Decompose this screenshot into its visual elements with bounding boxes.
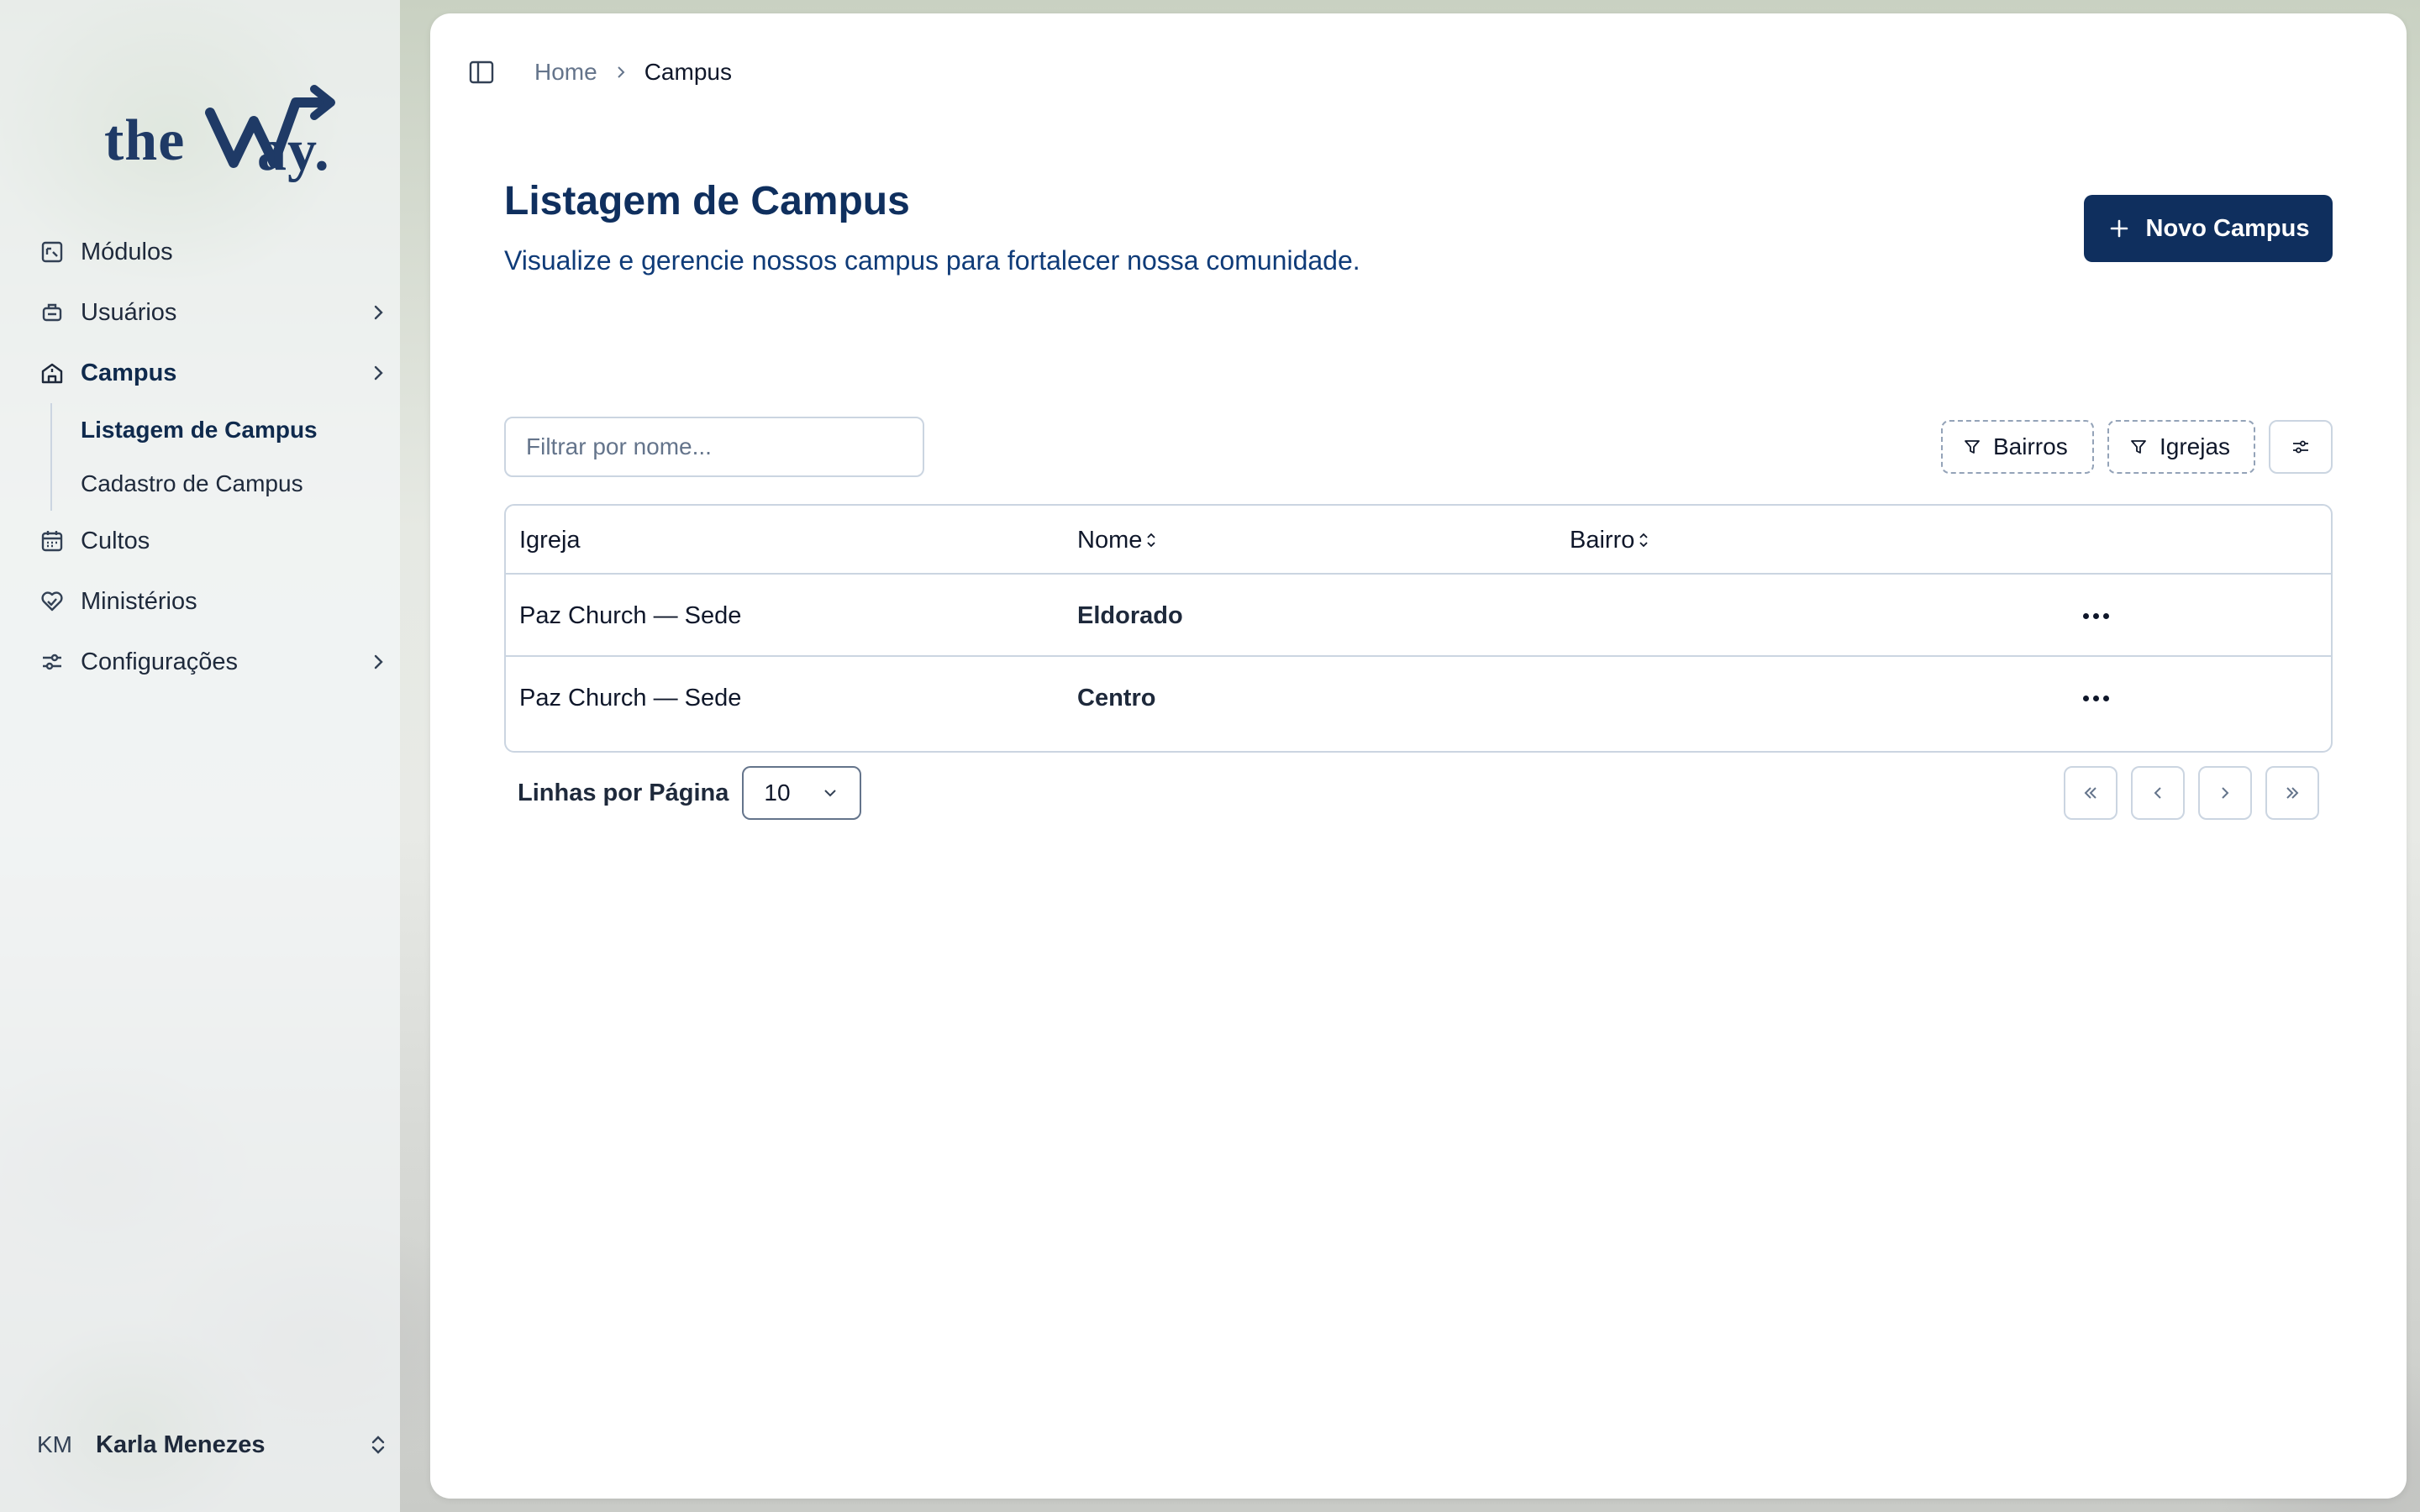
cell-nome: Centro	[1077, 684, 1156, 711]
cell-igreja: Paz Church — Sede	[519, 684, 742, 711]
sidebar-item-label: Cultos	[81, 527, 150, 554]
chevrons-up-down-icon	[371, 1436, 385, 1454]
campus-table: Igreja Nome Bairro Paz Church — Sede Eld…	[504, 504, 2333, 753]
first-page-button[interactable]	[2064, 766, 2118, 820]
row-actions-button[interactable]	[2072, 685, 2119, 711]
chevrons-right-icon	[2286, 787, 2299, 799]
chevron-left-icon	[2154, 787, 2161, 799]
modules-icon	[41, 241, 63, 263]
rows-per-page-label: Linhas por Página	[518, 779, 729, 806]
breadcrumb-home[interactable]: Home	[534, 59, 597, 86]
column-header-nome[interactable]: Nome	[1077, 506, 1157, 575]
calendar-icon	[41, 531, 63, 552]
user-name: Karla Menezes	[96, 1431, 266, 1458]
ministries-icon	[41, 591, 63, 612]
page-title: Listagem de Campus	[504, 179, 910, 223]
row-actions-button[interactable]	[2072, 602, 2119, 629]
rows-per-page-select[interactable]: 10	[742, 766, 862, 820]
sidebar-nav: Módulos Usuários Campus Listagem de Camp…	[37, 222, 390, 692]
users-icon	[42, 303, 62, 322]
sliders-icon	[2293, 440, 2308, 454]
column-header-label: Bairro	[1570, 526, 1635, 554]
cell-nome: Eldorado	[1077, 601, 1183, 629]
more-dots-icon	[2082, 612, 2089, 619]
sidebar-item-configuracoes[interactable]: Configurações	[37, 632, 390, 692]
column-header-igreja: Igreja	[519, 526, 581, 554]
plus-icon	[2110, 219, 2128, 238]
rows-per-page: Linhas por Página 10	[518, 766, 862, 820]
chevron-right-icon	[374, 365, 383, 381]
sidebar-item-label: Configurações	[81, 648, 238, 675]
new-campus-label: Novo Campus	[2145, 214, 2310, 242]
table-row[interactable]: Paz Church — Sede Eldorado	[506, 575, 2331, 657]
sidebar-item-modulos[interactable]: Módulos	[37, 222, 390, 282]
next-page-button[interactable]	[2198, 766, 2252, 820]
view-options-button[interactable]	[2269, 420, 2333, 474]
user-menu[interactable]: KM Karla Menezes	[37, 1420, 390, 1470]
main-panel: Home Campus Listagem de Campus Visualize…	[430, 13, 2407, 1499]
table-row[interactable]: Paz Church — Sede Centro	[506, 657, 2331, 739]
sidebar-item-label: Módulos	[81, 238, 173, 265]
sidebar-item-label: Campus	[81, 359, 177, 386]
logo-text-ay: ay.	[257, 118, 330, 183]
chevron-down-icon	[824, 790, 837, 797]
search-input[interactable]	[504, 417, 924, 477]
sidebar-item-cultos[interactable]: Cultos	[37, 511, 390, 571]
sort-icon	[1147, 533, 1155, 548]
sidebar-item-label: Usuários	[81, 298, 177, 326]
sidebar-item-campus[interactable]: Campus	[37, 343, 390, 403]
sort-icon	[1639, 533, 1648, 548]
sidebar-toggle-icon	[469, 60, 494, 84]
subnav-item-cadastro[interactable]: Cadastro de Campus	[81, 457, 390, 511]
page-subtitle: Visualize e gerencie nossos campus para …	[504, 245, 1360, 276]
more-dots-icon	[2082, 695, 2089, 701]
chevron-right-icon	[374, 654, 383, 669]
sidebar-item-usuarios[interactable]: Usuários	[37, 282, 390, 343]
new-campus-button[interactable]: Novo Campus	[2084, 195, 2333, 262]
filter-bairros-label: Bairros	[1993, 433, 2068, 459]
logo-text-the: the	[104, 108, 186, 173]
brand-logo[interactable]: the ay.	[101, 74, 336, 183]
column-header-bairro[interactable]: Bairro	[1570, 506, 1649, 575]
breadcrumb-current: Campus	[644, 59, 732, 85]
avatar: KM	[37, 1431, 72, 1457]
sidebar-toggle-button[interactable]	[469, 60, 494, 85]
filter-igrejas-label: Igrejas	[2160, 433, 2231, 459]
column-header-label: Nome	[1077, 526, 1143, 554]
filter-icon	[1965, 440, 1980, 454]
breadcrumb: Home Campus	[534, 59, 732, 86]
chevrons-left-icon	[2084, 787, 2096, 799]
settings-icon	[43, 654, 61, 670]
sidebar-item-ministerios[interactable]: Ministérios	[37, 571, 390, 632]
chevron-right-icon	[2222, 787, 2229, 799]
campus-subnav: Listagem de Campus Cadastro de Campus	[50, 403, 390, 511]
breadcrumb-separator-icon	[613, 64, 629, 81]
filter-bairros-button[interactable]: Bairros	[1941, 420, 2094, 474]
table-header: Igreja Nome Bairro	[506, 506, 2331, 575]
sidebar-item-label: Ministérios	[81, 587, 197, 615]
filter-icon	[2131, 440, 2146, 454]
cell-igreja: Paz Church — Sede	[519, 601, 742, 629]
subnav-item-listagem[interactable]: Listagem de Campus	[81, 403, 390, 457]
chevron-right-icon	[374, 305, 383, 320]
topbar: Home Campus	[469, 52, 732, 92]
previous-page-button[interactable]	[2131, 766, 2185, 820]
last-page-button[interactable]	[2265, 766, 2319, 820]
rows-per-page-value: 10	[764, 780, 791, 806]
sidebar: the ay. Módulos Usuários Campus Listagem…	[0, 0, 400, 1512]
campus-icon	[41, 363, 63, 384]
filter-igrejas-button[interactable]: Igrejas	[2107, 420, 2255, 474]
